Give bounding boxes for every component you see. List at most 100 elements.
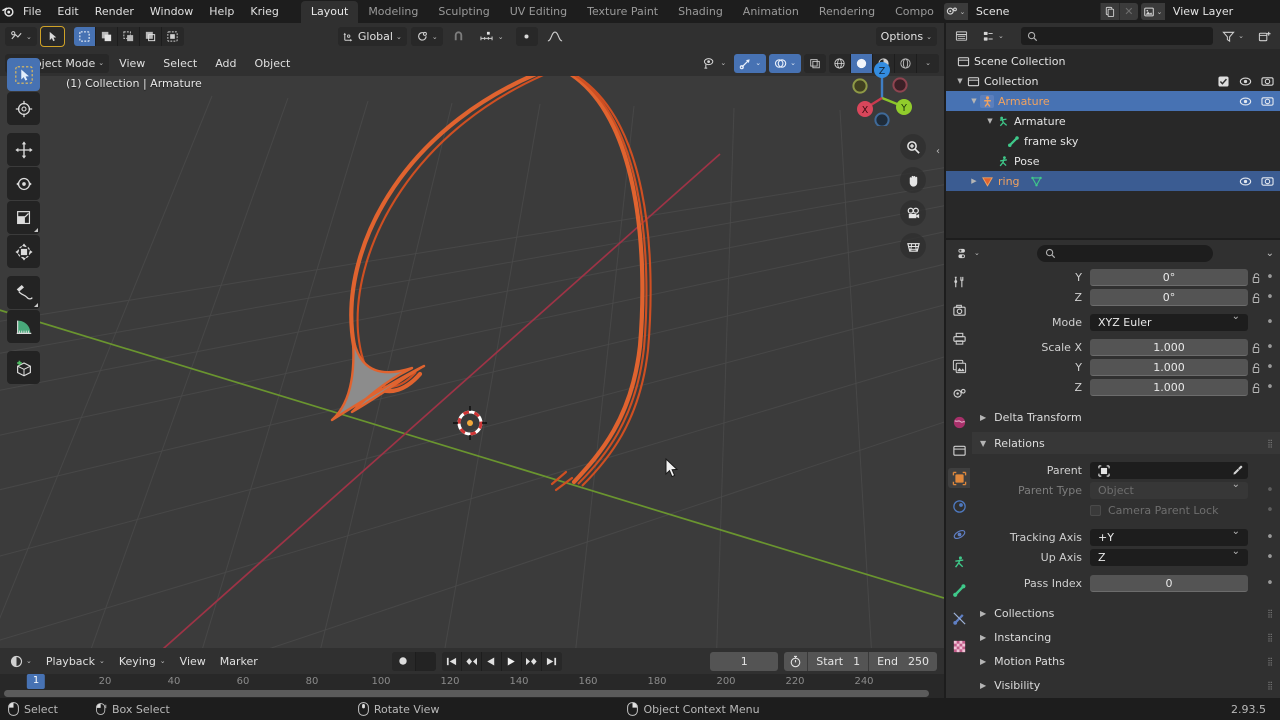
menu-krieg[interactable]: Krieg: [242, 2, 287, 21]
workspace-tab-layout[interactable]: Layout: [300, 1, 359, 23]
pan-hand-icon[interactable]: [900, 167, 926, 193]
properties-options-chevron-icon[interactable]: ⌄: [1266, 248, 1274, 259]
outliner-row-armature-data[interactable]: ▼ Armature: [946, 111, 1280, 131]
scale-x-field[interactable]: 1.000: [1090, 339, 1248, 356]
toggle-ortho-icon[interactable]: [900, 233, 926, 259]
gizmo-toggle-icon[interactable]: ⌄: [734, 53, 767, 73]
workspace-tab-texture-paint[interactable]: Texture Paint: [577, 1, 668, 23]
scene-datablock[interactable]: ⌄ Scene ✕: [943, 3, 1138, 20]
select-intersect-icon[interactable]: [161, 27, 184, 46]
transform-orientation-dropdown[interactable]: Global ⌄: [337, 27, 407, 46]
viewport-canvas[interactable]: [0, 76, 944, 648]
blender-logo-icon[interactable]: [0, 0, 15, 23]
outliner-editor-type-icon[interactable]: [950, 27, 973, 46]
select-invert-icon[interactable]: [139, 27, 162, 46]
properties-tab-modifier[interactable]: [948, 496, 970, 516]
animate-property-dot[interactable]: •: [1264, 360, 1276, 375]
rotation-y-field[interactable]: 0°: [1090, 269, 1248, 286]
animate-property-dot[interactable]: •: [1264, 270, 1276, 285]
workspace-tab-shading[interactable]: Shading: [668, 1, 733, 23]
panel-relations[interactable]: ▼ Relations ⣿: [972, 432, 1280, 454]
animate-property-dot[interactable]: •: [1264, 290, 1276, 305]
viewport-menu-view[interactable]: View: [111, 54, 153, 73]
viewport-sidebar-collapse-icon[interactable]: ‹: [936, 146, 940, 157]
eyedropper-icon[interactable]: [1232, 464, 1244, 476]
auto-keying-icon[interactable]: [391, 651, 416, 671]
timeline-scrollbar-thumb[interactable]: [4, 690, 929, 697]
properties-tab-bone-constraint[interactable]: [948, 608, 970, 628]
tool-annotate[interactable]: [7, 276, 40, 309]
properties-tab-view-layer[interactable]: [948, 356, 970, 376]
lock-icon[interactable]: [1248, 272, 1264, 284]
tool-scale[interactable]: [7, 201, 40, 234]
workspace-tab-sculpting[interactable]: Sculpting: [428, 1, 499, 23]
tool-cursor[interactable]: [7, 92, 40, 125]
falloff-curve-icon[interactable]: [542, 27, 568, 46]
view-layer-name-field[interactable]: View Layer: [1164, 3, 1280, 20]
new-scene-icon[interactable]: [1099, 3, 1119, 20]
tool-add-cube[interactable]: [7, 351, 40, 384]
pass-index-field[interactable]: 0: [1090, 575, 1248, 592]
outliner-search-input[interactable]: [1020, 27, 1214, 45]
panel-collections[interactable]: ▶ Collections ⣿: [972, 602, 1280, 624]
scene-name-field[interactable]: Scene: [967, 3, 1100, 20]
properties-tab-object[interactable]: [948, 468, 970, 488]
tool-transform[interactable]: [7, 235, 40, 268]
outliner-display-mode-dropdown[interactable]: ⌄: [977, 27, 1009, 46]
object-visibility-dropdown[interactable]: ⌄: [698, 54, 731, 73]
properties-tab-world[interactable]: [948, 412, 970, 432]
playhead[interactable]: 1: [26, 674, 46, 689]
navigation-gizmo[interactable]: Z Y X: [848, 58, 916, 126]
camera-render-icon[interactable]: [1260, 75, 1274, 87]
camera-render-icon[interactable]: [1260, 95, 1274, 107]
frame-range-icon[interactable]: [784, 651, 809, 671]
timeline-scrollbar[interactable]: [0, 689, 944, 698]
eye-icon[interactable]: [1238, 176, 1252, 187]
select-subtract-icon[interactable]: [117, 27, 140, 46]
snap-target-dropdown[interactable]: ⌄: [474, 27, 509, 46]
eye-icon[interactable]: [1238, 96, 1252, 107]
timeline-menu-keying[interactable]: Keying ⌄: [114, 652, 171, 671]
lock-icon[interactable]: [1248, 382, 1264, 394]
view-layer-datablock[interactable]: ⌄ View Layer ✕: [1140, 3, 1280, 20]
timeline-menu-view[interactable]: View: [175, 652, 211, 671]
properties-tab-scene[interactable]: [948, 384, 970, 404]
properties-tab-physics[interactable]: [948, 524, 970, 544]
eye-icon[interactable]: [1238, 76, 1252, 87]
properties-tab-object-data[interactable]: [948, 580, 970, 600]
zoom-icon[interactable]: [900, 134, 926, 160]
parent-field[interactable]: [1090, 462, 1248, 479]
tracking-axis-dropdown[interactable]: +Y: [1090, 526, 1248, 546]
properties-tab-output[interactable]: [948, 328, 970, 348]
scale-z-field[interactable]: 1.000: [1090, 379, 1248, 396]
scale-y-field[interactable]: 1.000: [1090, 359, 1248, 376]
lock-icon[interactable]: [1248, 292, 1264, 304]
tool-move[interactable]: [7, 133, 40, 166]
lock-icon[interactable]: [1248, 342, 1264, 354]
lock-icon[interactable]: [1248, 362, 1264, 374]
overlays-toggle-icon[interactable]: ⌄: [769, 53, 801, 73]
jump-to-start-icon[interactable]: [441, 651, 462, 671]
view-layer-icon[interactable]: ⌄: [1140, 3, 1165, 20]
properties-tab-collection[interactable]: [948, 440, 970, 460]
menu-render[interactable]: Render: [87, 2, 142, 21]
shading-options-dropdown[interactable]: ⌄: [917, 53, 939, 73]
menu-window[interactable]: Window: [142, 2, 201, 21]
editor-type-icon[interactable]: ⌄: [5, 27, 37, 46]
jump-to-next-keyframe-icon[interactable]: [521, 651, 542, 671]
camera-render-icon[interactable]: [1260, 175, 1274, 187]
panel-delta-transform[interactable]: ▶ Delta Transform: [972, 406, 1280, 428]
animate-property-dot[interactable]: •: [1264, 550, 1276, 565]
play-icon[interactable]: [501, 651, 522, 671]
expand-triangle-icon[interactable]: ▼: [968, 97, 980, 105]
frame-start-field[interactable]: Start 1: [808, 651, 870, 671]
viewport-options-dropdown[interactable]: Options ⌄: [875, 27, 937, 46]
up-axis-dropdown[interactable]: Z: [1090, 546, 1248, 566]
outliner-row-scene-collection[interactable]: Scene Collection: [946, 51, 1280, 71]
new-collection-icon[interactable]: [1253, 27, 1276, 46]
viewport-menu-select[interactable]: Select: [155, 54, 205, 73]
timeline-menu-playback[interactable]: Playback ⌄: [41, 652, 110, 671]
properties-search-input[interactable]: [1037, 244, 1214, 262]
outliner-row-pose[interactable]: Pose: [946, 151, 1280, 171]
properties-editor-type-icon[interactable]: ⌄: [952, 244, 985, 263]
